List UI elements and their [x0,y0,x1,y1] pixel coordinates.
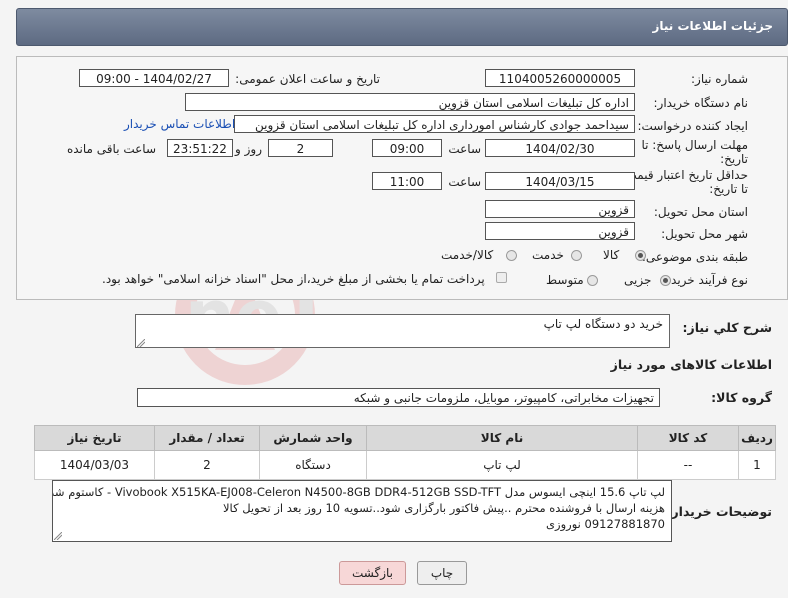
price-time-label: ساعت [448,175,481,189]
column-header-row-number: ردیف [738,425,776,451]
table-header-row: ردیف کد کالا نام کالا واحد شمارش تعداد /… [34,425,776,451]
reply-deadline-label: مهلت ارسال پاسخ: تا [641,138,748,152]
need-number-label: شماره نیاز: [691,72,748,86]
category-radio-goods-service[interactable] [506,250,517,261]
reply-deadline-label-2: تاریخ: [720,152,748,166]
price-date-field: 1404/03/15 [485,172,635,190]
goods-section-title: اطلاعات کالاهای مورد نیاز [610,357,772,372]
reply-date-field: 1404/02/30 [485,139,635,157]
days-label: روز و [235,142,262,156]
column-header-need-date: تاریخ نیاز [34,425,155,451]
reply-time-field: 09:00 [372,139,442,157]
page-header: جزئیات اطلاعات نیاز [16,8,788,46]
cell-quantity: 2 [154,450,260,480]
process-label: نوع فرآیند خرید : [663,273,748,287]
buyer-org-label: نام دستگاه خریدار: [653,96,749,110]
goods-group-field: تجهیزات مخابراتی، کامپیوتر، موبایل، ملزو… [137,388,660,407]
announce-field: 1404/02/27 - 09:00 [79,69,229,87]
requester-field: سیداحمد جوادی کارشناس امورداری اداره کل … [234,115,635,133]
treasury-payment-checkbox[interactable] [496,272,507,283]
cell-row-number: 1 [738,450,776,480]
remaining-time-field: 23:51:22 [167,139,233,157]
treasury-payment-note: پرداخت تمام یا بخشی از مبلغ خرید،از محل … [102,272,485,286]
buyer-notes-field: لپ تاپ 15.6 اینچی ایسوس مدل Vivobook X51… [52,480,672,542]
city-label: شهر محل تحویل: [661,227,748,241]
requester-label: ایجاد کننده درخواست: [637,119,748,133]
cell-goods-code: -- [637,450,739,480]
category-option-goods: کالا [603,248,620,262]
notes-resize-grip-icon[interactable] [54,532,62,540]
table-row: 1 -- لپ تاپ دستگاه 2 1404/03/03 [34,450,776,480]
description-text: خرید دو دستگاه لپ تاپ [543,317,663,331]
page-title: جزئیات اطلاعات نیاز [652,19,773,33]
cell-need-date: 1404/03/03 [34,450,155,480]
city-field: قزوین [485,222,635,240]
days-field: 2 [268,139,333,157]
category-radio-service[interactable] [571,250,582,261]
buyer-org-field: اداره کل تبلیغات اسلامی استان قزوین [185,93,635,111]
description-field: خرید دو دستگاه لپ تاپ [135,314,670,348]
price-deadline-label: حداقل تاریخ اعتبار قیمت: [621,168,748,182]
price-deadline-label-2: تا تاریخ: [709,182,748,196]
reply-time-label: ساعت [448,142,481,156]
need-number-field: 1104005260000005 [485,69,635,87]
buyer-notes-line-1: لپ تاپ 15.6 اینچی ایسوس مدل Vivobook X51… [53,485,665,499]
cell-goods-name: لپ تاپ [366,450,638,480]
category-label: طبقه بندی موضوعی: [641,250,748,264]
buyer-notes-line-2: هزینه ارسال با فروشنده محترم ..پیش فاکتو… [223,501,665,515]
price-time-field: 11:00 [372,172,442,190]
remaining-label: ساعت باقی مانده [66,142,156,156]
province-label: استان محل تحویل: [653,205,748,219]
column-header-unit: واحد شمارش [259,425,367,451]
buyer-notes-line-3: 09127881870 نوروزی [546,517,665,531]
process-radio-minor[interactable] [660,275,671,286]
resize-grip-icon[interactable] [137,339,145,347]
province-field: قزوین [485,200,635,218]
process-option-minor: جزیی [624,273,652,287]
column-header-goods-code: کد کالا [637,425,739,451]
process-option-medium: متوسط [546,273,584,287]
buyer-notes-label: توضیحات خریدار: [666,504,772,519]
announce-label: تاریخ و ساعت اعلان عمومی: [235,72,380,86]
print-button[interactable]: چاپ [417,561,467,585]
category-radio-goods[interactable] [635,250,646,261]
goods-group-label: گروه کالا: [711,390,772,405]
column-header-goods-name: نام کالا [366,425,638,451]
process-radio-medium[interactable] [587,275,598,286]
cell-unit: دستگاه [259,450,367,480]
category-option-goods-service: کالا/خدمت [441,248,494,262]
description-label: شرح کلي نياز: [682,320,772,335]
goods-table: ردیف کد کالا نام کالا واحد شمارش تعداد /… [34,425,776,480]
contact-info-link[interactable]: اطلاعات تماس خریدار [124,117,235,131]
category-option-service: خدمت [532,248,564,262]
back-button[interactable]: بازگشت [339,561,406,585]
column-header-quantity: تعداد / مقدار [154,425,260,451]
